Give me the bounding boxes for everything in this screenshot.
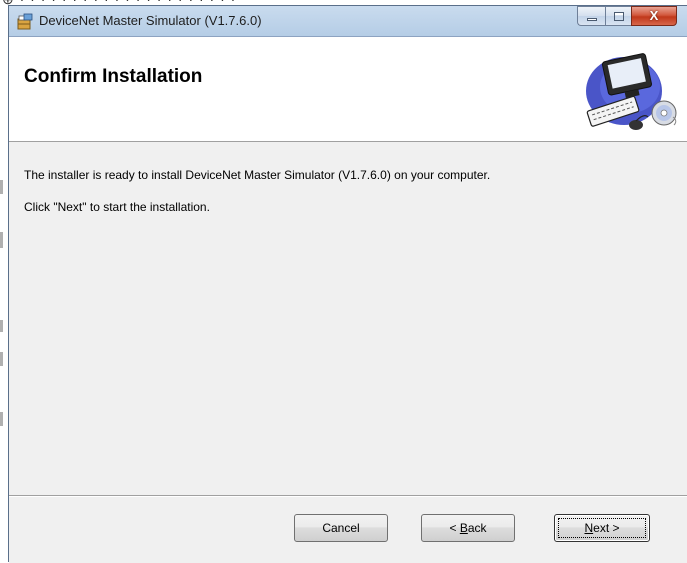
installer-window: DeviceNet Master Simulator (V1.7.6.0) X … [8, 5, 687, 563]
header-banner: Confirm Installation [9, 37, 687, 142]
background-edge-mark [0, 180, 3, 194]
next-button[interactable]: Next > [554, 514, 650, 542]
background-edge-mark [0, 412, 3, 426]
footer-separator [9, 495, 687, 497]
installer-app-icon[interactable] [16, 13, 34, 31]
close-button[interactable]: X [631, 6, 677, 26]
minimize-button[interactable] [577, 6, 605, 26]
click-next-instruction: Click "Next" to start the installation. [24, 200, 210, 214]
background-edge-mark [0, 320, 3, 332]
maximize-button[interactable] [605, 6, 631, 26]
title-bar[interactable]: DeviceNet Master Simulator (V1.7.6.0) X [9, 6, 687, 36]
back-label-accelerator: B [459, 521, 468, 535]
background-edge-mark [0, 232, 3, 248]
caption-buttons: X [577, 6, 677, 27]
maximize-icon [614, 12, 624, 21]
dialog-client-area: Confirm Installation The installer is re… [9, 36, 687, 563]
focus-rectangle [558, 518, 646, 538]
cancel-label: Cancel [322, 521, 360, 535]
close-icon: X [649, 8, 659, 23]
page-title: Confirm Installation [24, 66, 203, 87]
cancel-button[interactable]: Cancel [294, 514, 388, 542]
background-edge-mark [0, 352, 3, 366]
computer-disc-icon [586, 53, 677, 130]
back-label-prefix: < [449, 521, 460, 535]
window-title: DeviceNet Master Simulator (V1.7.6.0) [39, 13, 262, 28]
back-button[interactable]: < Back [421, 514, 515, 542]
minimize-icon [587, 18, 597, 21]
install-ready-text: The installer is ready to install Device… [24, 168, 491, 182]
back-label-rest: ack [467, 521, 487, 535]
